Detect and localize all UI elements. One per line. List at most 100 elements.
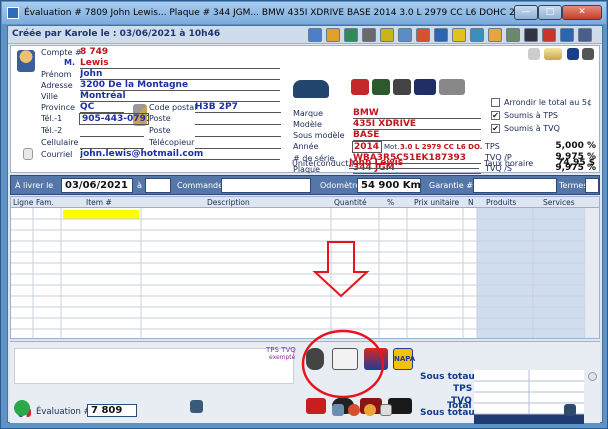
col-percent[interactable]: % xyxy=(387,198,394,207)
city-value[interactable]: Montréal xyxy=(80,91,280,102)
toggle-icon[interactable] xyxy=(588,372,597,381)
save-icon[interactable] xyxy=(560,28,574,42)
car-icon xyxy=(293,80,329,98)
mitchell-icon[interactable] xyxy=(439,79,465,95)
qst-checkmark: ✔ xyxy=(492,124,499,133)
at-label: à xyxy=(137,181,142,190)
order-bar: À livrer le 03/06/2021 à Commande # Odom… xyxy=(10,175,600,195)
go-icon[interactable] xyxy=(524,28,538,42)
deliver-time-field[interactable] xyxy=(145,178,171,193)
order-number-field[interactable] xyxy=(221,178,311,193)
col-services[interactable]: Services xyxy=(543,198,575,207)
firstname-value[interactable]: John xyxy=(80,69,280,80)
settings-icon[interactable] xyxy=(506,28,520,42)
address-value[interactable]: 3200 De la Montagne xyxy=(80,80,280,91)
email-icon[interactable] xyxy=(488,28,502,42)
bodyshop-icon[interactable] xyxy=(351,79,369,95)
edit-icon[interactable] xyxy=(542,28,556,42)
items-grid[interactable]: Ligne Fam. Item # Description Quantité %… xyxy=(10,196,600,339)
info-icon[interactable] xyxy=(567,48,579,60)
document-icon[interactable] xyxy=(308,28,322,42)
warranty-field[interactable] xyxy=(473,178,557,193)
created-by-text: Créée par Karole le : 03/06/2021 à 10h46 xyxy=(12,29,221,39)
grid-icon[interactable] xyxy=(578,28,592,42)
hourly-rate-label: Taux horaire xyxy=(484,159,534,168)
poste2-field[interactable] xyxy=(195,136,281,137)
submodel-value[interactable]: BASE xyxy=(353,130,481,141)
account-label: Compte # xyxy=(41,48,82,57)
email-label: Courriel xyxy=(41,150,73,159)
col-family[interactable]: Fam. xyxy=(36,198,54,207)
qst-checkbox[interactable]: ✔ xyxy=(491,124,500,133)
save-disk-icon[interactable] xyxy=(348,404,360,416)
brand-icon-1[interactable] xyxy=(306,398,326,414)
app-icon xyxy=(7,7,19,19)
print-icon[interactable] xyxy=(332,404,344,416)
bills-icon[interactable] xyxy=(544,48,562,60)
help-icon[interactable] xyxy=(364,404,376,416)
col-description[interactable]: Description xyxy=(207,198,250,207)
engine-icon[interactable] xyxy=(393,79,411,95)
deliver-date-field[interactable]: 03/06/2021 xyxy=(61,178,133,193)
model-value[interactable]: 435I XDRIVE xyxy=(353,119,481,130)
shopping-cart-icon[interactable] xyxy=(332,348,358,370)
person-icon[interactable] xyxy=(452,28,466,42)
tires-icon[interactable] xyxy=(306,348,324,370)
close-button[interactable]: ✕ xyxy=(562,5,602,20)
chart-icon[interactable] xyxy=(416,28,430,42)
odometer-field[interactable]: 54 900 Km xyxy=(357,178,421,193)
notepad-icon[interactable] xyxy=(190,400,203,413)
col-n[interactable]: N xyxy=(468,198,474,207)
maximize-button[interactable]: □ xyxy=(538,5,562,20)
col-unit-price[interactable]: Prix unitaire xyxy=(414,198,459,207)
print-icon[interactable] xyxy=(434,28,448,42)
evaluation-number[interactable]: 7 809 xyxy=(87,404,137,417)
table-icon[interactable] xyxy=(582,48,594,60)
lastname-value[interactable]: Lewis xyxy=(80,58,280,69)
title-value[interactable]: M. xyxy=(64,58,75,67)
province-value[interactable]: QC xyxy=(80,102,124,113)
col-item[interactable]: Item # xyxy=(86,198,112,207)
poste1-field[interactable] xyxy=(195,124,281,125)
copy-icon[interactable] xyxy=(398,28,412,42)
terms-field[interactable] xyxy=(585,178,599,193)
hourly-rate-value[interactable]: 74,95 $ xyxy=(534,158,595,168)
phone1-value[interactable]: 905-443-0791 xyxy=(79,113,149,125)
col-quantity[interactable]: Quantité xyxy=(334,198,367,207)
calendar-icon[interactable] xyxy=(470,28,484,42)
subtotal-label: Sous totaux xyxy=(420,372,481,382)
car-icon[interactable] xyxy=(344,28,358,42)
make-value[interactable]: BMW xyxy=(353,108,481,119)
minimize-button[interactable]: — xyxy=(514,5,538,20)
calculator-icon[interactable] xyxy=(528,48,540,60)
parts-supplier-icon[interactable] xyxy=(364,348,388,370)
alldata-icon[interactable] xyxy=(414,79,436,95)
deliver-label: À livrer le xyxy=(15,181,54,190)
gst-rate-value[interactable]: 5,000 % xyxy=(535,141,596,151)
col-products[interactable]: Produits xyxy=(486,198,516,207)
dealer-icon[interactable] xyxy=(372,79,390,95)
province-label: Province xyxy=(41,103,76,112)
calculator-small-icon[interactable] xyxy=(564,404,576,416)
gst-checkbox[interactable]: ✔ xyxy=(491,111,500,120)
phone1-label: Tél.-1 xyxy=(41,114,63,123)
customer-vehicle-panel: Compte # 8 749 M. Lewis Prénom John Adre… xyxy=(10,45,600,174)
gst-total-label: TPS xyxy=(453,384,473,394)
engine-value[interactable]: 3.0 L 2979 CC L6 DO... xyxy=(400,143,482,151)
phone2-field[interactable] xyxy=(80,136,144,137)
year-value[interactable]: 2014 xyxy=(352,141,382,153)
binoculars-icon[interactable] xyxy=(380,404,392,416)
col-line[interactable]: Ligne xyxy=(13,198,33,207)
napa-icon[interactable]: NAPA xyxy=(393,348,415,370)
list-icon[interactable] xyxy=(380,28,394,42)
user-icon[interactable] xyxy=(326,28,340,42)
account-value[interactable]: 8 749 xyxy=(80,47,108,57)
round-total-checkbox[interactable] xyxy=(491,98,500,107)
email-value[interactable]: john.lewis@hotmail.com xyxy=(80,149,280,160)
postal-code-value[interactable]: H3B 2P7 xyxy=(195,102,281,113)
notes-area[interactable] xyxy=(14,348,294,384)
lock-icon[interactable] xyxy=(14,400,30,416)
submodel-label: Sous modèle xyxy=(293,131,345,140)
unit-value[interactable]: John Lewis xyxy=(349,158,479,169)
tools-icon[interactable] xyxy=(362,28,376,42)
